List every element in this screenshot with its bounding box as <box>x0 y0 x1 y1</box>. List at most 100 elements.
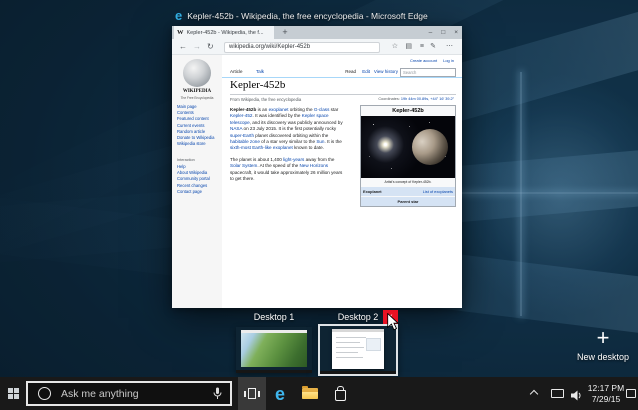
network-icon[interactable] <box>551 389 564 398</box>
task-view-button[interactable] <box>238 377 266 410</box>
mini-text-line <box>336 357 363 358</box>
account-links: Create account Log in <box>410 58 454 63</box>
wiki-search-input[interactable] <box>400 68 456 77</box>
mini-infobox <box>366 338 381 351</box>
wikipedia-favicon-icon: W <box>177 29 184 36</box>
refresh-icon[interactable]: ↻ <box>207 39 214 55</box>
wikipedia-sidebar: WIKIPEDIA The Free Encyclopedia Main pag… <box>172 55 222 308</box>
wiki-nav-list: Main page Contents Featured content Curr… <box>177 104 221 147</box>
maximize-button[interactable]: □ <box>441 26 445 39</box>
sidebar-link[interactable]: Wikipedia store <box>177 141 221 147</box>
favorites-star-icon[interactable]: ☆ <box>392 39 398 55</box>
wiki-interaction-list: Interaction Help About Wikipedia Communi… <box>177 158 221 195</box>
sidebar-link[interactable]: Contact page <box>177 189 221 195</box>
volume-icon[interactable] <box>571 388 582 406</box>
desktop2-thumbnail-selected[interactable] <box>318 324 398 376</box>
mini-text-line <box>336 342 360 343</box>
store-bag-icon <box>334 386 346 401</box>
microphone-icon[interactable] <box>213 387 222 400</box>
new-desktop-label[interactable]: New desktop <box>560 352 638 362</box>
mouse-cursor <box>387 313 399 331</box>
infobox-type: Exoplanet <box>363 189 382 194</box>
planet-sphere <box>412 129 448 165</box>
more-options-icon[interactable]: ⋯ <box>446 39 453 55</box>
start-button[interactable] <box>0 377 26 410</box>
create-account-link[interactable]: Create account <box>410 58 437 63</box>
paragraph-1: Kepler-452b is an exoplanet orbiting the… <box>230 107 343 151</box>
wikipedia-article-area: Create account Log in Article Talk Read … <box>222 55 462 308</box>
reading-view-icon[interactable]: ▤ <box>405 39 412 55</box>
taskbar-search-input[interactable] <box>59 386 213 401</box>
tab-article[interactable]: Article <box>230 69 243 74</box>
coordinates-link[interactable]: 19h 44m 00.89s, +44° 16′ 39.2″ <box>401 97 454 101</box>
log-in-link[interactable]: Log in <box>443 58 454 63</box>
cortana-search-box[interactable] <box>26 381 232 406</box>
interaction-heading: Interaction <box>177 158 195 162</box>
infobox-section-header: Parent star <box>361 196 455 206</box>
edge-taskbar-button[interactable]: e <box>266 377 294 410</box>
cortana-circle-icon <box>38 387 51 400</box>
article-byline: From Wikipedia, the free encyclopedia <box>230 97 302 102</box>
clock-time: 12:17 PM <box>587 383 625 393</box>
infobox-type-row: Exoplanet List of exoplanets <box>361 186 455 196</box>
mini-text-line <box>336 337 366 338</box>
desktop2-mini-window <box>332 329 384 369</box>
folder-icon <box>302 386 318 399</box>
action-center-icon[interactable] <box>626 389 636 398</box>
desktop1-mini-window <box>241 330 307 367</box>
article-tab-row: Article Talk Read Edit View history <box>222 67 462 78</box>
minimize-button[interactable]: – <box>429 26 433 39</box>
browser-tab[interactable]: W Kepler-452b - Wikipedia, the f... <box>174 26 274 39</box>
coordinates-line: Coordinates: 19h 44m 00.89s, +44° 16′ 39… <box>378 97 454 101</box>
close-button[interactable]: × <box>454 26 458 39</box>
desktop1-label: Desktop 1 <box>253 312 295 322</box>
mini-text-line <box>336 352 358 353</box>
url-field[interactable]: wikipedia.org/wiki/Kepler-452b <box>224 41 380 53</box>
tab-edit[interactable]: Edit <box>362 69 370 74</box>
show-hidden-icons-chevron[interactable] <box>529 389 539 399</box>
tab-title: Kepler-452b - Wikipedia, the f... <box>186 29 264 36</box>
wikipedia-wordmark: WIKIPEDIA <box>182 89 212 94</box>
list-of-exoplanets-link[interactable]: List of exoplanets <box>408 187 455 196</box>
mini-window-titlebar <box>332 329 384 332</box>
mini-taskbar <box>320 371 396 374</box>
edge-logo-icon: e <box>175 8 183 23</box>
image-caption: Artist's concept of Kepler-452b. <box>384 180 432 184</box>
wikipedia-tagline: The Free Encyclopedia <box>180 96 214 100</box>
forward-icon[interactable]: → <box>193 39 201 55</box>
wikipedia-page: WIKIPEDIA The Free Encyclopedia Main pag… <box>172 55 462 308</box>
edge-address-bar: ← → ↻ wikipedia.org/wiki/Kepler-452b ☆ ▤… <box>172 39 462 55</box>
new-tab-button[interactable]: + <box>279 26 291 39</box>
hub-icon[interactable]: ≡ <box>420 39 424 55</box>
paragraph-2: The planet is about 1,400 light-years aw… <box>230 156 343 182</box>
tab-read[interactable]: Read <box>345 69 356 74</box>
store-button[interactable] <box>326 377 354 410</box>
tab-view-history[interactable]: View history <box>374 69 398 74</box>
tab-talk[interactable]: Talk <box>256 69 264 74</box>
star-speckles <box>361 116 362 117</box>
taskbar-clock[interactable]: 12:17 PM 7/29/15 <box>585 383 627 404</box>
infobox: Kepler-452b Artist's concept of Kepler-4… <box>360 105 456 207</box>
planet-image <box>361 116 455 178</box>
clock-date: 7/29/15 <box>591 393 621 404</box>
task-view-icon <box>244 388 260 399</box>
wikipedia-globe-icon <box>183 59 211 87</box>
new-desktop-plus-icon[interactable]: + <box>592 327 614 349</box>
web-note-icon[interactable]: ✎ <box>430 39 436 55</box>
desktop-screen: e Kepler-452b - Wikipedia, the free ency… <box>0 0 638 410</box>
edge-icon: e <box>274 383 285 404</box>
edge-window-preview[interactable]: W Kepler-452b - Wikipedia, the f... + – … <box>172 26 462 308</box>
taskbar: e 12:17 PM 7/29/15 <box>0 377 638 410</box>
back-icon[interactable]: ← <box>179 39 187 55</box>
mini-window-content <box>241 333 307 367</box>
article-title: Kepler-452b <box>230 79 456 95</box>
article-body: Kepler-452b is an exoplanet orbiting the… <box>230 107 346 187</box>
desktop1-thumbnail[interactable] <box>236 327 312 373</box>
mini-taskbar <box>236 370 312 373</box>
window-preview-header: e Kepler-452b - Wikipedia, the free ency… <box>175 8 475 23</box>
file-explorer-button[interactable] <box>296 377 324 410</box>
edge-tab-bar: W Kepler-452b - Wikipedia, the f... + – … <box>172 26 462 39</box>
window-preview-title: Kepler-452b - Wikipedia, the free encycl… <box>187 10 428 21</box>
coordinates-label: Coordinates: <box>378 97 400 101</box>
window-controls: – □ × <box>429 26 458 39</box>
